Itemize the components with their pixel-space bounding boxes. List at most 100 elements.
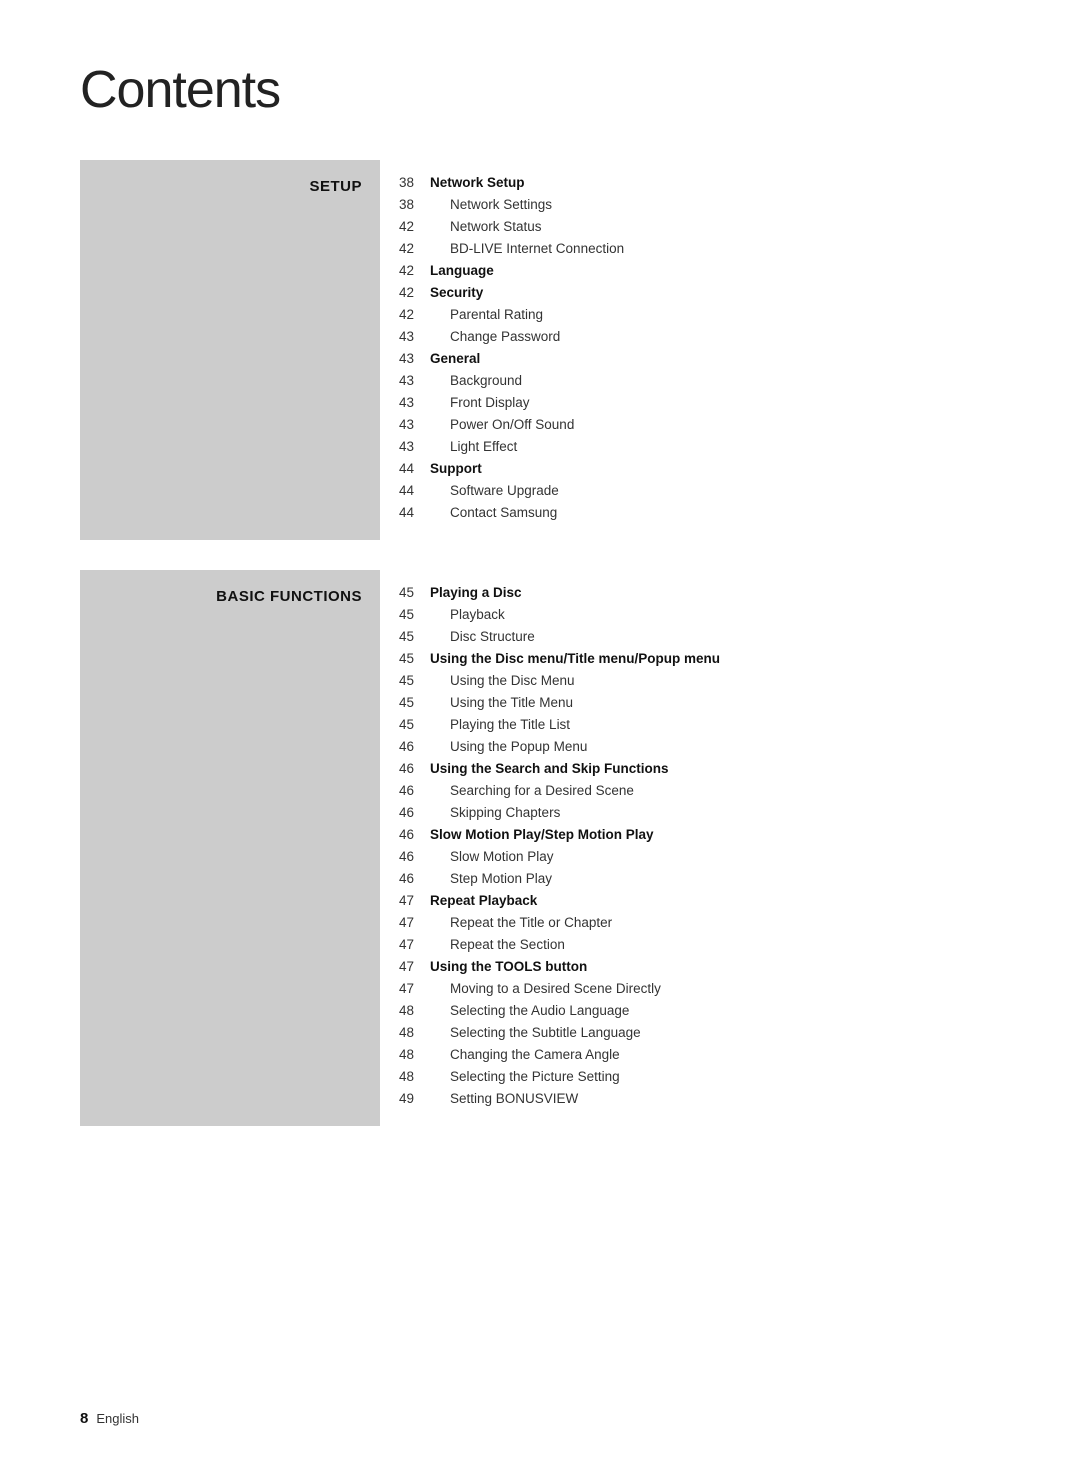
footer: 8 English (80, 1410, 139, 1427)
toc-entry-text: Using the TOOLS button (430, 959, 1000, 974)
toc-row: 42Language (380, 262, 1000, 284)
toc-row: 44Contact Samsung (380, 504, 1000, 526)
toc-page-number: 47 (380, 937, 430, 952)
toc-page-number: 45 (380, 717, 430, 732)
toc-row: 46Slow Motion Play (380, 848, 1000, 870)
toc-row: 48Selecting the Audio Language (380, 1002, 1000, 1024)
toc-entry-text: Playing the Title List (430, 717, 1000, 732)
toc-page-number: 45 (380, 651, 430, 666)
toc-entry-text: Using the Disc Menu (430, 673, 1000, 688)
page-container: Contents SETUP 38Network Setup 38Network S… (0, 0, 1080, 1216)
toc-page-number: 44 (380, 505, 430, 520)
toc-entry-text: Software Upgrade (430, 483, 1000, 498)
section-label-basic-functions: BASIC FUNCTIONS (216, 588, 362, 605)
toc-row: 47Using the TOOLS button (380, 958, 1000, 980)
toc-page-number: 43 (380, 373, 430, 388)
toc-row: 46Skipping Chapters (380, 804, 1000, 826)
sections-list: SETUP 38Network Setup 38Network Settings 42… (80, 160, 1000, 1126)
toc-page-number: 43 (380, 329, 430, 344)
toc-row: 45Playback (380, 606, 1000, 628)
toc-page-number: 49 (380, 1091, 430, 1106)
toc-entry-text: Network Status (430, 219, 1000, 234)
toc-row: 43Front Display (380, 394, 1000, 416)
toc-page-number: 45 (380, 695, 430, 710)
toc-entry-text: Repeat Playback (430, 893, 1000, 908)
toc-entry-text: Repeat the Section (430, 937, 1000, 952)
section-label-col-setup: SETUP (80, 160, 380, 540)
footer-page-number: 8 (80, 1410, 88, 1427)
toc-row: 44Software Upgrade (380, 482, 1000, 504)
toc-page-number: 45 (380, 607, 430, 622)
toc-page-number: 46 (380, 805, 430, 820)
toc-row: 48Selecting the Picture Setting (380, 1068, 1000, 1090)
toc-entry-text: Selecting the Picture Setting (430, 1069, 1000, 1084)
toc-page-number: 47 (380, 893, 430, 908)
toc-row: 46Slow Motion Play/Step Motion Play (380, 826, 1000, 848)
section-label-col-basic-functions: BASIC FUNCTIONS (80, 570, 380, 1126)
toc-page-number: 42 (380, 241, 430, 256)
toc-entry-text: Light Effect (430, 439, 1000, 454)
toc-row: 42BD-LIVE Internet Connection (380, 240, 1000, 262)
toc-entry-text: Contact Samsung (430, 505, 1000, 520)
toc-entry-text: Step Motion Play (430, 871, 1000, 886)
toc-entry-text: Network Settings (430, 197, 1000, 212)
toc-entry-text: Selecting the Audio Language (430, 1003, 1000, 1018)
toc-entry-text: Slow Motion Play/Step Motion Play (430, 827, 1000, 842)
toc-entry-text: Playing a Disc (430, 585, 1000, 600)
toc-page-number: 46 (380, 871, 430, 886)
toc-page-number: 48 (380, 1069, 430, 1084)
toc-entry-text: Moving to a Desired Scene Directly (430, 981, 1000, 996)
toc-page-number: 43 (380, 395, 430, 410)
toc-page-number: 44 (380, 461, 430, 476)
toc-page-number: 44 (380, 483, 430, 498)
toc-row: 43Light Effect (380, 438, 1000, 460)
toc-row: 46Searching for a Desired Scene (380, 782, 1000, 804)
toc-page-number: 46 (380, 761, 430, 776)
toc-entry-text: Language (430, 263, 1000, 278)
toc-row: 43General (380, 350, 1000, 372)
page-title: Contents (80, 60, 1000, 120)
toc-row: 48Selecting the Subtitle Language (380, 1024, 1000, 1046)
toc-row: 42Parental Rating (380, 306, 1000, 328)
toc-page-number: 47 (380, 959, 430, 974)
toc-page-number: 43 (380, 439, 430, 454)
toc-row: 42Security (380, 284, 1000, 306)
toc-row: 45Disc Structure (380, 628, 1000, 650)
toc-page-number: 46 (380, 827, 430, 842)
toc-entry-text: Disc Structure (430, 629, 1000, 644)
toc-entry-text: Front Display (430, 395, 1000, 410)
toc-entry-text: Power On/Off Sound (430, 417, 1000, 432)
toc-row: 47Moving to a Desired Scene Directly (380, 980, 1000, 1002)
toc-row: 45Playing the Title List (380, 716, 1000, 738)
toc-entry-text: Setting BONUSVIEW (430, 1091, 1000, 1106)
toc-entry-text: BD-LIVE Internet Connection (430, 241, 1000, 256)
toc-entry-text: Changing the Camera Angle (430, 1047, 1000, 1062)
toc-row: 47Repeat the Section (380, 936, 1000, 958)
toc-entry-text: Using the Search and Skip Functions (430, 761, 1000, 776)
footer-language: English (96, 1411, 139, 1426)
toc-entry-text: Skipping Chapters (430, 805, 1000, 820)
toc-row: 46Using the Search and Skip Functions (380, 760, 1000, 782)
toc-page-number: 42 (380, 263, 430, 278)
toc-row: 38Network Settings (380, 196, 1000, 218)
section-content-setup: 38Network Setup38Network Settings42Netwo… (380, 160, 1000, 540)
toc-entry-text: Support (430, 461, 1000, 476)
toc-entry-text: Using the Popup Menu (430, 739, 1000, 754)
toc-entry-text: Network Setup (430, 175, 1000, 190)
section-basic-functions: BASIC FUNCTIONS45Playing a Disc45Playbac… (80, 570, 1000, 1126)
toc-entry-text: Selecting the Subtitle Language (430, 1025, 1000, 1040)
toc-row: 46Using the Popup Menu (380, 738, 1000, 760)
toc-row: 49Setting BONUSVIEW (380, 1090, 1000, 1112)
toc-page-number: 46 (380, 849, 430, 864)
toc-entry-text: Repeat the Title or Chapter (430, 915, 1000, 930)
toc-page-number: 48 (380, 1025, 430, 1040)
toc-row: 43Change Password (380, 328, 1000, 350)
toc-page-number: 38 (380, 197, 430, 212)
toc-page-number: 45 (380, 629, 430, 644)
toc-page-number: 48 (380, 1047, 430, 1062)
toc-page-number: 43 (380, 417, 430, 432)
section-label-setup: SETUP (309, 178, 362, 195)
toc-entry-text: Playback (430, 607, 1000, 622)
toc-row: 47Repeat the Title or Chapter (380, 914, 1000, 936)
toc-entry-text: Using the Title Menu (430, 695, 1000, 710)
